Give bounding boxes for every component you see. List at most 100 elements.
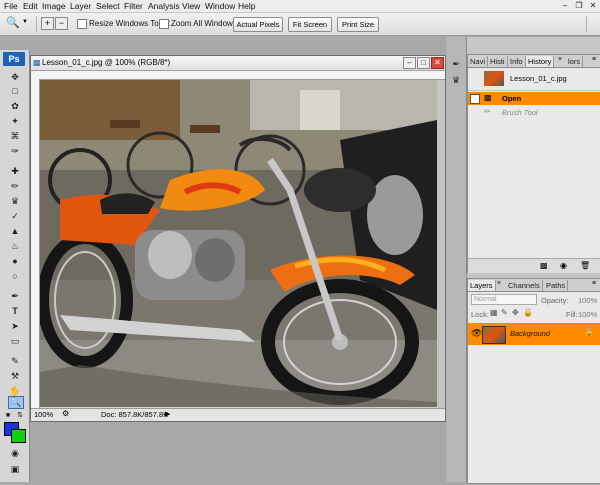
dodge-tool-icon[interactable]: ○ <box>8 271 22 282</box>
tab-channels[interactable]: Channels <box>506 280 543 291</box>
tab-paths[interactable]: Paths <box>544 280 569 291</box>
healing-brush-icon[interactable]: ✚ <box>8 166 22 177</box>
photoshop-logo: Ps <box>3 52 25 66</box>
tab-close-icon[interactable]: × <box>558 56 562 63</box>
tab-layers[interactable]: Layers <box>468 280 496 291</box>
background-color-swatch[interactable] <box>11 429 26 443</box>
menu-image[interactable]: Image <box>42 1 66 11</box>
type-tool-icon[interactable]: T <box>8 306 22 317</box>
menu-layer[interactable]: Layer <box>70 1 91 11</box>
fill-value[interactable]: 100% <box>578 310 597 319</box>
magic-wand-icon[interactable]: ✦ <box>8 116 22 127</box>
status-menu-arrow-icon[interactable]: ▶ <box>165 410 170 418</box>
paint-bucket-icon[interactable]: ♨ <box>8 241 22 252</box>
eyedropper-tool-icon[interactable]: ✑ <box>8 146 22 157</box>
snapshot-source-marker <box>471 71 477 87</box>
clone-stamp-icon[interactable]: ♛ <box>8 196 22 207</box>
new-document-from-state-icon[interactable]: ▩ <box>540 261 548 270</box>
menu-file[interactable]: File <box>4 1 18 11</box>
opacity-value[interactable]: 100% <box>578 296 597 305</box>
close-icon[interactable]: ✕ <box>588 1 598 10</box>
lock-transparent-icon[interactable]: ▦ <box>490 308 498 317</box>
toolbox: Ps ✥ □ ✿ ✦ ⌘ ✑ ✚ ✏ ♛ ✓ ▲ ♨ ● ○ ✒ T ➤ ▭ ✎… <box>0 50 30 482</box>
zoom-all-windows-checkbox[interactable] <box>159 19 169 29</box>
notes-tool-icon[interactable]: ✎ <box>8 356 22 367</box>
zoom-tool-icon[interactable]: 🔍 <box>6 16 20 29</box>
doc-maximize-icon[interactable]: □ <box>417 57 430 69</box>
zoom-all-windows-label: Zoom All Windows <box>171 19 237 28</box>
panel-menu-icon[interactable]: ≡ <box>592 56 596 63</box>
tab-histogram[interactable]: Histi <box>488 56 508 67</box>
document-title-bar[interactable]: ▩ Lesson_01_c.jpg @ 100% (RGB/8*) – □ ✕ <box>31 56 445 71</box>
snapshot-thumbnail <box>484 71 504 86</box>
brush-tool-icon[interactable]: ✏ <box>8 181 22 192</box>
crop-tool-icon[interactable]: ⌘ <box>8 131 22 142</box>
status-info-icon[interactable]: ⚙ <box>62 409 69 418</box>
menu-filter[interactable]: Filter <box>124 1 143 11</box>
menu-help[interactable]: Help <box>238 1 255 11</box>
menu-window[interactable]: Window <box>205 1 235 11</box>
horizontal-ruler <box>31 71 445 80</box>
marquee-tool-icon[interactable]: □ <box>8 86 22 97</box>
layer-thumbnail <box>482 326 506 344</box>
lock-all-icon[interactable]: 🔒 <box>523 308 533 317</box>
history-state-brush-tool[interactable]: ✏ Brush Tool <box>468 106 600 119</box>
eraser-tool-icon[interactable]: ▲ <box>8 226 22 237</box>
history-snapshot[interactable]: Lesson_01_c.jpg <box>468 68 600 91</box>
zoom-in-icon[interactable]: + <box>41 17 54 30</box>
new-snapshot-icon[interactable]: ◉ <box>560 261 567 270</box>
swap-colors-icon[interactable]: ⇅ <box>16 410 24 421</box>
zoom-tool-active-icon[interactable]: 🔍 <box>8 396 24 409</box>
doc-close-icon[interactable]: ✕ <box>431 57 444 69</box>
layers-panel: Layers × Channels Paths ≡ Normal Opacity… <box>467 278 600 484</box>
path-selection-icon[interactable]: ➤ <box>8 321 22 332</box>
history-brush-icon[interactable]: ✓ <box>8 211 22 222</box>
minimize-icon[interactable]: – <box>560 1 570 10</box>
blur-tool-icon[interactable]: ● <box>8 256 22 267</box>
tab-info[interactable]: Info <box>508 56 526 67</box>
pen-tool-icon[interactable]: ✒ <box>8 291 22 302</box>
fit-screen-button[interactable]: Fit Screen <box>288 17 332 32</box>
shape-tool-icon[interactable]: ▭ <box>8 336 22 347</box>
tab-navigator[interactable]: Navi <box>468 56 489 67</box>
default-colors-icon[interactable]: ■ <box>4 410 12 421</box>
eyedropper-2-icon[interactable]: ⚒ <box>8 371 22 382</box>
menu-view[interactable]: View <box>182 1 200 11</box>
history-state-open[interactable]: ▩ Open <box>468 92 600 105</box>
tab-close-icon[interactable]: × <box>497 280 501 287</box>
print-size-button[interactable]: Print Size <box>337 17 379 32</box>
tab-history[interactable]: History <box>526 56 555 67</box>
resize-windows-checkbox[interactable] <box>77 19 87 29</box>
brush-preset-icon[interactable]: ✒ <box>450 58 462 70</box>
lock-position-icon[interactable]: ✥ <box>512 308 519 317</box>
lasso-tool-icon[interactable]: ✿ <box>8 101 22 112</box>
restore-icon[interactable]: ❐ <box>574 1 584 10</box>
screen-mode-icon[interactable]: ▣ <box>8 464 22 475</box>
history-state-label: Brush Tool <box>502 108 538 117</box>
actual-pixels-button[interactable]: Actual Pixels <box>233 17 283 32</box>
tab-swatches[interactable]: lors <box>566 56 584 67</box>
eye-icon[interactable]: 👁 <box>471 328 482 339</box>
history-panel: Navi Histi Info History × lors ≡ Lesson_… <box>467 54 600 273</box>
lock-label: Lock: <box>471 310 489 319</box>
menu-analysis[interactable]: Analysis <box>148 1 180 11</box>
layer-background[interactable]: 👁 Background 🔒 <box>468 323 600 345</box>
move-tool-icon[interactable]: ✥ <box>8 72 22 83</box>
chevron-down-icon[interactable]: ▼ <box>22 19 28 25</box>
zoom-level[interactable]: 100% <box>34 410 53 419</box>
delete-state-icon[interactable]: 🗑 <box>580 261 590 270</box>
vertical-scrollbar[interactable] <box>437 80 445 408</box>
vertical-ruler <box>31 79 40 408</box>
image-canvas[interactable] <box>40 80 437 407</box>
quick-mask-icon[interactable]: ◉ <box>8 448 22 459</box>
lock-image-icon[interactable]: ✎ <box>501 308 508 317</box>
menu-select[interactable]: Select <box>96 1 120 11</box>
history-source-checkbox[interactable] <box>470 94 480 104</box>
blend-mode-select[interactable]: Normal <box>471 294 537 305</box>
panel-menu-icon[interactable]: ≡ <box>592 280 596 287</box>
doc-minimize-icon[interactable]: – <box>403 57 416 69</box>
zoom-out-icon[interactable]: − <box>55 17 68 30</box>
clone-source-icon[interactable]: ♛ <box>450 74 462 86</box>
document-status-bar: 100% ⚙ Doc: 857.8K/857.8K ▶ <box>31 408 445 421</box>
menu-edit[interactable]: Edit <box>23 1 38 11</box>
